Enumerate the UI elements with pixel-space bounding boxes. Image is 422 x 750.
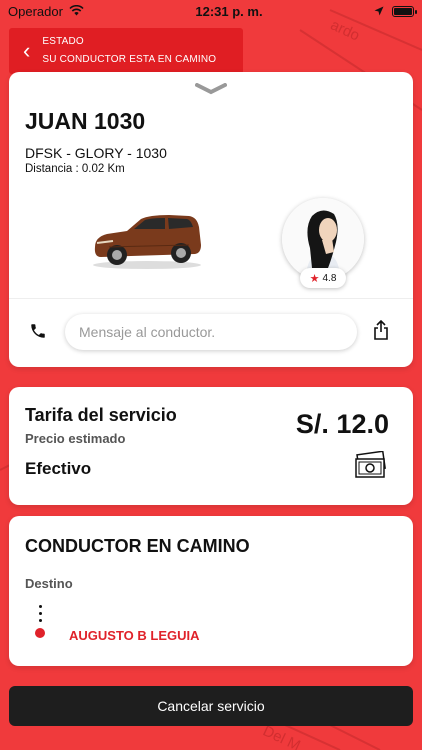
share-icon[interactable] [373, 319, 389, 345]
map-street-label: Del M [260, 722, 303, 750]
location-arrow-icon [374, 4, 384, 19]
wifi-icon [69, 4, 84, 19]
clock: 12:31 p. m. [195, 3, 263, 19]
divider [9, 298, 413, 299]
cancel-service-button[interactable]: Cancelar servicio [9, 686, 413, 726]
driver-rating: ★ 4.8 [300, 268, 346, 288]
fare-subtitle: Precio estimado [25, 431, 126, 446]
status-bar: Operador 12:31 p. m. [0, 0, 422, 22]
rating-value: 4.8 [322, 272, 337, 284]
driver-card: JUAN 1030 DFSK - GLORY - 1030 Distancia … [9, 72, 413, 367]
collapse-chevron-icon[interactable] [195, 82, 227, 100]
vehicle-model: DFSK - GLORY - 1030 [25, 145, 167, 161]
driver-message-input[interactable] [65, 314, 357, 350]
vehicle-image [89, 207, 205, 276]
destination-name: AUGUSTO B LEGUIA [69, 628, 200, 643]
battery-icon [392, 5, 417, 17]
phone-icon[interactable] [29, 322, 47, 345]
fare-title: Tarifa del servicio [25, 405, 177, 425]
status-header[interactable]: ‹ ESTADO SU CONDUCTOR ESTA EN CAMINO [9, 28, 243, 74]
route-dots-icon [35, 605, 45, 638]
star-icon: ★ [309, 272, 320, 285]
trip-status-title: CONDUCTOR EN CAMINO [25, 536, 250, 556]
payment-method: Efectivo [25, 459, 92, 478]
fare-price: S/. 12.0 [295, 409, 389, 439]
back-chevron-icon[interactable]: ‹ [23, 38, 30, 64]
status-header-message: SU CONDUCTOR ESTA EN CAMINO [42, 54, 217, 65]
carrier-label: Operador [8, 3, 63, 19]
cash-icon [353, 450, 387, 488]
status-header-label: ESTADO [42, 36, 84, 47]
destination-label: Destino [25, 576, 73, 591]
destination-marker-icon [35, 628, 45, 638]
driver-distance: Distancia : 0.02 Km [25, 163, 125, 175]
route-card: CONDUCTOR EN CAMINO Destino AUGUSTO B LE… [9, 516, 413, 666]
fare-card: Tarifa del servicio Precio estimado S/. … [9, 387, 413, 505]
vehicle-plate: JUAN 1030 [25, 108, 146, 134]
